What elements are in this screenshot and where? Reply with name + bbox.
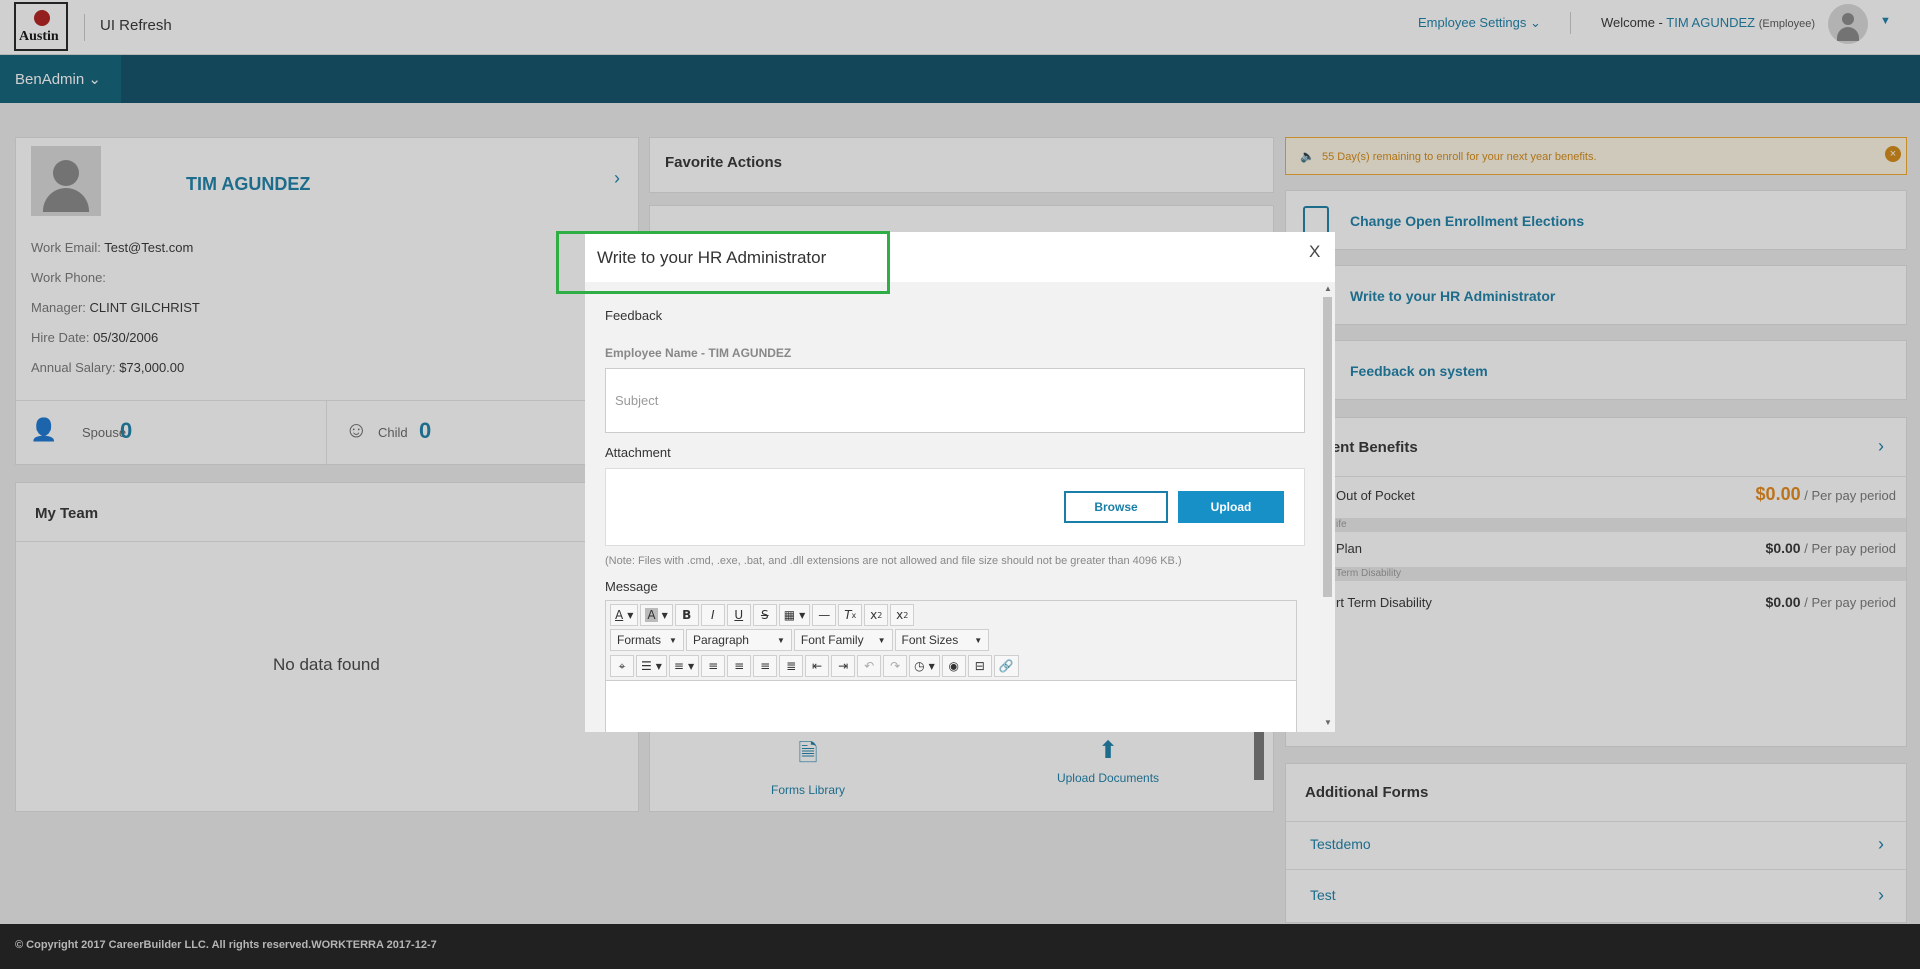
attachment-note: (Note: Files with .cmd, .exe, .bat, and … bbox=[605, 555, 1182, 567]
align-right-icon[interactable]: ≡ bbox=[753, 655, 778, 677]
editor-toolbar: A ▼ A ▼ B I U S ▦ ▼ — Tx x2 x2 Formats ▼ Par… bbox=[606, 601, 1296, 681]
preview-icon[interactable]: ◉ bbox=[941, 655, 966, 677]
font-family-label: Font Family bbox=[800, 633, 864, 647]
paragraph-dropdown[interactable]: Paragraph ▼ bbox=[685, 629, 792, 651]
write-hr-modal: Write to your HR Administrator X Feedbac… bbox=[585, 232, 1335, 732]
modal-body: Feedback Employee Name - TIM AGUNDEZ Att… bbox=[585, 282, 1320, 732]
align-justify-icon[interactable]: ≣ bbox=[779, 655, 804, 677]
attachment-box: Browse Upload bbox=[605, 468, 1305, 546]
align-center-icon[interactable]: ≡ bbox=[727, 655, 752, 677]
paragraph-label: Paragraph bbox=[692, 633, 749, 647]
superscript-icon[interactable]: x2 bbox=[890, 604, 915, 626]
strikethrough-icon[interactable]: S bbox=[752, 604, 777, 626]
toolbar-row: A ▼ A ▼ B I U S ▦ ▼ — Tx x2 x2 bbox=[610, 604, 915, 628]
close-icon[interactable]: X bbox=[1309, 242, 1320, 262]
subject-input[interactable] bbox=[615, 393, 1275, 408]
subscript-icon[interactable]: x2 bbox=[864, 604, 889, 626]
undo-icon[interactable]: ↶ bbox=[857, 655, 882, 677]
feedback-label: Feedback bbox=[605, 308, 663, 323]
outdent-icon[interactable]: ⇤ bbox=[805, 655, 830, 677]
font-sizes-label: Font Sizes bbox=[901, 633, 959, 647]
bold-icon[interactable]: B bbox=[674, 604, 699, 626]
modal-scrollbar[interactable]: ▲ ▼ bbox=[1320, 282, 1335, 732]
font-family-dropdown[interactable]: Font Family ▼ bbox=[793, 629, 893, 651]
toolbar-row: ⌖ ☰ ▼ ≡ ▼ ≡ ≡ ≡ ≣ ⇤ ⇥ ↶ ↷ ◷ ▼ ◉ ⊟ 🔗 bbox=[610, 655, 1019, 679]
font-sizes-dropdown[interactable]: Font Sizes ▼ bbox=[894, 629, 990, 651]
message-editor: A ▼ A ▼ B I U S ▦ ▼ — Tx x2 x2 Formats ▼ Par… bbox=[605, 600, 1297, 732]
scroll-down-icon[interactable]: ▼ bbox=[1324, 718, 1332, 727]
horizontal-rule-icon[interactable]: — bbox=[812, 604, 837, 626]
formats-label: Formats bbox=[617, 633, 662, 647]
attachment-label: Attachment bbox=[605, 445, 671, 460]
find-icon[interactable]: ⌖ bbox=[610, 655, 634, 677]
employee-name-label: Employee Name - TIM AGUNDEZ bbox=[605, 346, 792, 360]
indent-icon[interactable]: ⇥ bbox=[831, 655, 856, 677]
italic-icon[interactable]: I bbox=[700, 604, 725, 626]
message-label: Message bbox=[605, 579, 658, 594]
clock-icon[interactable]: ◷ ▼ bbox=[909, 655, 940, 677]
toolbar-row: Formats ▼ Paragraph ▼ Font Family ▼ Font Si… bbox=[610, 629, 990, 653]
scroll-up-icon[interactable]: ▲ bbox=[1324, 284, 1332, 293]
browse-button[interactable]: Browse bbox=[1064, 491, 1168, 523]
page-break-icon[interactable]: ⊟ bbox=[967, 655, 992, 677]
underline-icon[interactable]: U bbox=[726, 604, 751, 626]
link-icon[interactable]: 🔗 bbox=[993, 655, 1019, 677]
formats-dropdown[interactable]: Formats ▼ bbox=[610, 629, 684, 651]
background-color-icon[interactable]: A ▼ bbox=[640, 604, 673, 626]
numbered-list-icon[interactable]: ≡ ▼ bbox=[668, 655, 700, 677]
clear-formatting-icon[interactable]: Tx bbox=[838, 604, 863, 626]
scrollbar-thumb[interactable] bbox=[1323, 297, 1332, 597]
table-icon[interactable]: ▦ ▼ bbox=[778, 604, 811, 626]
text-color-icon[interactable]: A ▼ bbox=[610, 604, 639, 626]
bullet-list-icon[interactable]: ☰ ▼ bbox=[636, 655, 667, 677]
align-left-icon[interactable]: ≡ bbox=[701, 655, 726, 677]
subject-field[interactable] bbox=[605, 368, 1305, 433]
highlight-box bbox=[556, 231, 890, 294]
redo-icon[interactable]: ↷ bbox=[883, 655, 908, 677]
upload-button[interactable]: Upload bbox=[1178, 491, 1284, 523]
